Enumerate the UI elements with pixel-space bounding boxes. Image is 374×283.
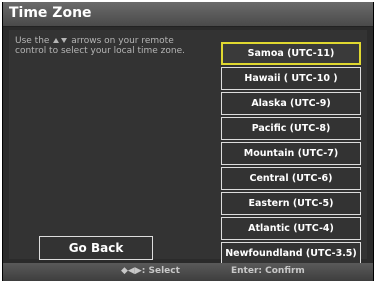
instruction-before: Use the: [15, 36, 50, 46]
instruction-text: Use the arrows on your remote control to…: [15, 36, 195, 56]
dialog-content: Use the arrows on your remote control to…: [9, 30, 367, 265]
timezone-option-eastern[interactable]: Eastern (UTC-5): [221, 192, 361, 215]
timezone-option-mountain[interactable]: Mountain (UTC-7): [221, 142, 361, 165]
select-hint: ◆◀▶: Select: [121, 266, 180, 276]
confirm-hint: Enter: Confirm: [231, 266, 305, 276]
down-arrow-icon: [61, 38, 68, 43]
title-bar: Time Zone: [3, 2, 373, 27]
timezone-option-pacific[interactable]: Pacific (UTC-8): [221, 117, 361, 140]
timezone-option-atlantic[interactable]: Atlantic (UTC-4): [221, 217, 361, 240]
dialog-title: Time Zone: [9, 5, 92, 21]
footer-bar: ◆◀▶: Select Enter: Confirm: [3, 263, 373, 281]
go-back-button[interactable]: Go Back: [39, 236, 153, 260]
timezone-option-central[interactable]: Central (UTC-6): [221, 167, 361, 190]
time-zone-dialog: Time Zone Use the arrows on your remote …: [2, 2, 374, 281]
timezone-option-samoa[interactable]: Samoa (UTC-11): [221, 42, 361, 65]
timezone-option-hawaii[interactable]: Hawaii ( UTC-10 ): [221, 67, 361, 90]
timezone-option-alaska[interactable]: Alaska (UTC-9): [221, 92, 361, 115]
timezone-option-newfoundland[interactable]: Newfoundland (UTC-3.5): [221, 242, 361, 265]
up-arrow-icon: [53, 38, 60, 43]
